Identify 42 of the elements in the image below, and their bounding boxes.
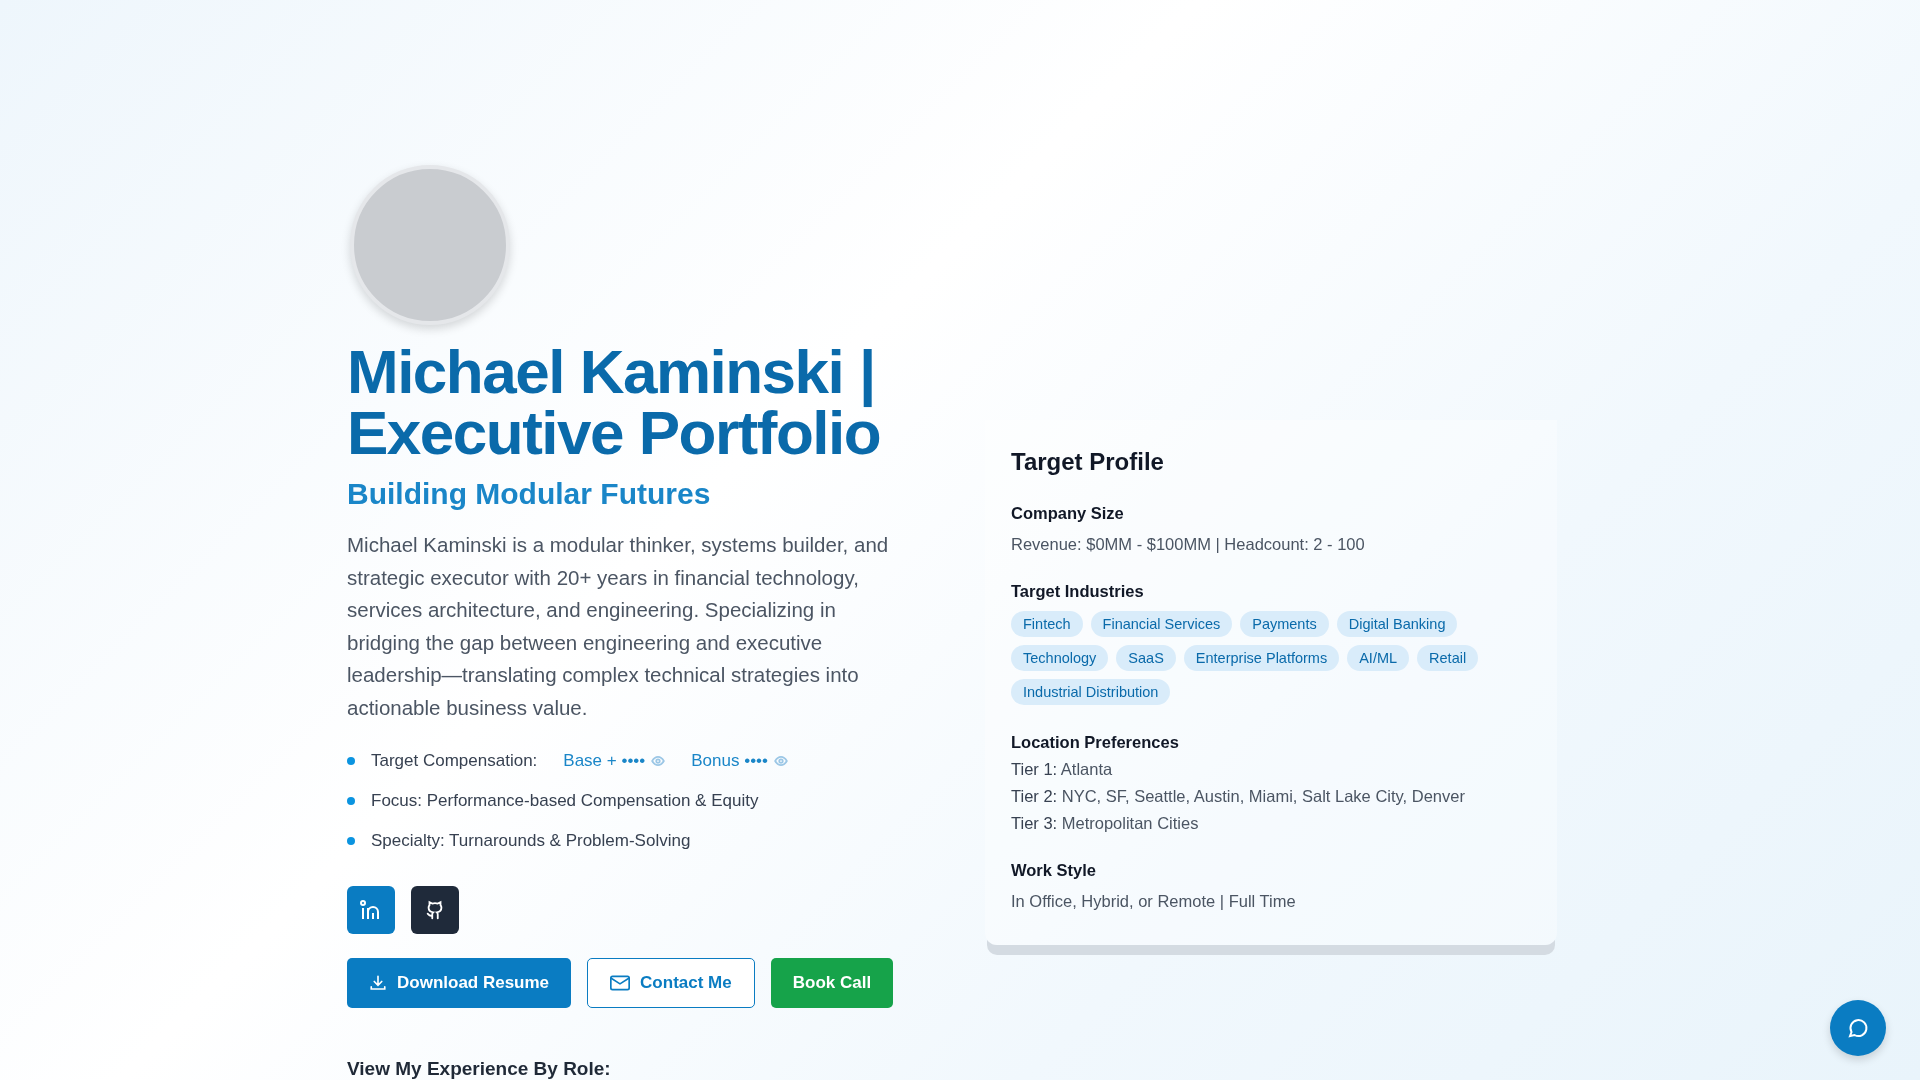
section-heading: View My Experience By Role: xyxy=(347,1058,612,1080)
industry-tag: Digital Banking xyxy=(1336,611,1458,637)
download-icon xyxy=(369,974,387,992)
section-label: Location Preferences xyxy=(1011,733,1180,752)
chat-button[interactable] xyxy=(1830,1000,1886,1056)
card-title: Target Profile xyxy=(1011,448,1165,476)
section-label: Company Size xyxy=(1011,504,1125,523)
hidden-value: Base + •••• xyxy=(563,751,646,771)
industry-tag: Technology xyxy=(1011,645,1109,671)
book-call-button[interactable]: Book Call xyxy=(770,958,894,1008)
subtitle: Building Modular Futures xyxy=(347,477,712,511)
linkedin-button[interactable] xyxy=(347,886,395,934)
bullet-icon xyxy=(347,757,355,765)
section-label: Target Industries xyxy=(1011,582,1145,601)
linkedin-icon xyxy=(360,900,382,920)
chat-icon xyxy=(1846,1016,1870,1040)
industry-tag: Fintech xyxy=(1011,611,1083,637)
location-text: Tier 1: Atlanta xyxy=(1011,760,1114,779)
download-button[interactable]: Download Resume xyxy=(347,958,572,1008)
industry-tag: SaaS xyxy=(1116,645,1176,671)
highlight-text: Focus: Performance-based Compensation & Equity xyxy=(371,791,759,811)
industry-tag: Industrial Distribution xyxy=(1011,679,1171,705)
section-label: Work Style xyxy=(1011,861,1097,880)
industry-tag: Retail xyxy=(1417,645,1479,671)
industry-tag: Enterprise Platforms xyxy=(1183,645,1340,671)
work-style-text: In Office, Hybrid, or Remote | Full Time xyxy=(1011,892,1297,911)
bullet-icon xyxy=(347,837,355,845)
company-size-text: Revenue: $0MM - $100MM | Headcount: 2 - 100 xyxy=(1011,535,1366,554)
location-text: Tier 3: Metropolitan Cities xyxy=(1011,814,1200,833)
industry-tag: Financial Services xyxy=(1090,611,1233,637)
contact-button[interactable]: Contact Me xyxy=(587,958,755,1008)
hidden-value: Bonus •••• xyxy=(691,751,768,771)
industry-tag: AI/ML xyxy=(1347,645,1410,671)
bio-paragraph: Michael Kaminski is a modular thinker, systems builder, and strategic executor with 20+ years in financial technology, services architecture, and engineering. Specializing in bridging the gap between engineering and executive leadership—translating complex technical strategies into actionable business value. xyxy=(347,532,890,721)
page-title: Michael Kaminski | Executive Portfolio xyxy=(347,341,882,463)
highlight-text: Target Compensation: xyxy=(371,751,538,771)
mail-icon xyxy=(610,975,631,991)
location-text: Tier 2: NYC, SF, Seattle, Austin, Miami, Salt Lake City, Denver xyxy=(1011,787,1466,806)
github-button[interactable] xyxy=(411,886,459,934)
bullet-icon xyxy=(347,797,355,805)
industry-tag: Payments xyxy=(1240,611,1329,637)
highlight-text: Specialty: Turnarounds & Problem-Solving xyxy=(371,831,691,851)
